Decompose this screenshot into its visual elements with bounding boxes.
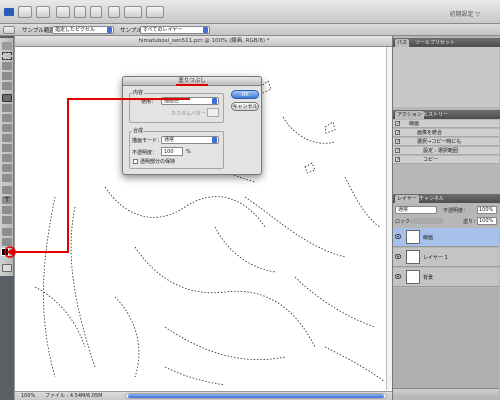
action-row[interactable]: ✓ コピー: [393, 156, 499, 164]
actions-panel-tabs: アクション ヒストリー: [393, 110, 500, 119]
eye-icon[interactable]: [394, 234, 402, 239]
paths-panel-body: [393, 47, 499, 107]
action-label: 線画: [409, 121, 420, 127]
layers-panel-tabs: レイヤー チャンネル: [393, 194, 500, 203]
layer-thumbnail: [406, 230, 420, 244]
fill-label: 塗り：: [463, 219, 479, 225]
checkmark-icon[interactable]: ✓: [395, 157, 400, 163]
lock-icons[interactable]: [413, 218, 443, 224]
checkmark-icon[interactable]: ✓: [395, 130, 400, 136]
layers-panel-footer: [393, 388, 499, 398]
checkmark-icon[interactable]: ✓: [395, 148, 400, 154]
layers-panel-empty-area: [393, 288, 499, 388]
layer-row[interactable]: 線画: [393, 228, 499, 247]
annotation-arrow-line: [14, 98, 176, 253]
layer-opacity-input[interactable]: 100%: [477, 206, 497, 214]
action-row[interactable]: ✓ 選択→コピー時にも: [393, 138, 499, 146]
layer-thumbnail: [406, 270, 420, 284]
blend-mode-value: 通常: [398, 207, 409, 213]
action-row[interactable]: ✓ 設定 : 選択範囲: [393, 147, 499, 155]
tab-actions[interactable]: アクション: [395, 111, 424, 119]
action-row[interactable]: ✓ 線画: [393, 120, 499, 128]
action-label: 設定 : 選択範囲: [423, 148, 458, 154]
tab-channels[interactable]: チャンネル: [417, 195, 446, 203]
checkmark-icon[interactable]: ✓: [395, 139, 400, 145]
tab-layers[interactable]: レイヤー: [395, 195, 419, 203]
right-panels: パス ツールプリセット アクション ヒストリー ✓ 線画 ✓ 画像を統合 ✓ 選択→コ…: [392, 36, 500, 400]
action-row[interactable]: ✓ 画像を統合: [393, 129, 499, 137]
action-label: 画像を統合: [417, 130, 443, 136]
eye-icon[interactable]: [394, 274, 402, 279]
action-label: 選択→コピー時にも: [417, 139, 462, 145]
eye-icon[interactable]: [394, 254, 402, 259]
checkmark-icon[interactable]: ✓: [395, 121, 400, 127]
tab-history[interactable]: ヒストリー: [421, 111, 450, 119]
tab-paths[interactable]: パス: [395, 39, 410, 47]
layer-fill-input[interactable]: 100%: [477, 217, 497, 225]
tab-tool-presets[interactable]: ツールプリセット: [413, 39, 457, 47]
layer-name[interactable]: 背景: [423, 274, 433, 281]
lock-label: ロック：: [395, 219, 416, 225]
layer-name[interactable]: レイヤー 1: [423, 254, 448, 261]
blend-mode-select[interactable]: 通常: [395, 206, 437, 214]
layer-row[interactable]: 背景: [393, 268, 499, 287]
action-label: コピー: [423, 157, 439, 163]
paths-panel-tabs: パス ツールプリセット: [393, 38, 500, 47]
layer-opacity-label: 不透明度：: [443, 208, 469, 214]
layer-name[interactable]: 線画: [423, 234, 433, 241]
layer-row[interactable]: レイヤー 1: [393, 248, 499, 267]
layer-thumbnail: [406, 250, 420, 264]
annotation-arrowhead: [6, 248, 14, 256]
